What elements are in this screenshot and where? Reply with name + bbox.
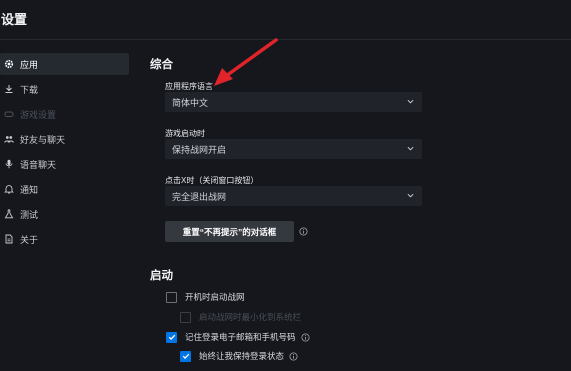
chevron-down-icon [407, 146, 414, 151]
sidebar-item-app[interactable]: 应用 [0, 53, 129, 75]
language-label: 应用程序语言 [165, 82, 213, 91]
download-icon [3, 83, 15, 95]
option-label: 记住登录电子邮箱和手机号码 [185, 332, 296, 342]
checkbox-checked[interactable] [180, 350, 191, 362]
game-launch-label: 游戏启动时 [165, 129, 205, 138]
language-select-value: 简体中文 [172, 97, 209, 108]
section-title-general: 综合 [150, 59, 173, 71]
sidebar-item-notifications[interactable]: 通知 [0, 178, 129, 200]
gamepad-icon [3, 108, 15, 120]
chevron-down-icon [407, 99, 414, 104]
close-action-select-value: 完全退出战网 [172, 191, 227, 202]
window-title: 设置 [1, 12, 28, 27]
sidebar-item-label: 测试 [20, 209, 39, 220]
sidebar-item-game-settings: 游戏设置 [0, 103, 129, 125]
option-label: 始终让我保持登录状态 [199, 351, 285, 361]
checkmark-icon [182, 353, 189, 360]
game-launch-select-value: 保持战网开启 [172, 144, 227, 155]
stay-logged-in-option[interactable]: 始终让我保持登录状态 [180, 350, 298, 362]
info-icon[interactable] [301, 332, 310, 342]
checkmark-icon [168, 334, 175, 341]
sidebar-item-label: 下载 [20, 84, 39, 95]
reset-dialogs-button[interactable]: 重置“不再提示”的对话框 [165, 221, 294, 242]
game-launch-select[interactable]: 保持战网开启 [165, 139, 422, 159]
sidebar-item-voice-chat[interactable]: 语音聊天 [0, 153, 129, 175]
minimize-to-tray-option: 启动战网时最小化到系统栏 [180, 311, 301, 323]
sidebar-item-download[interactable]: 下载 [0, 78, 129, 100]
close-action-label: 点击X时（关闭窗口按钮） [165, 176, 259, 185]
info-icon[interactable] [289, 351, 298, 361]
sidebar-item-label: 游戏设置 [20, 109, 57, 120]
sidebar-item-label: 关于 [20, 234, 39, 245]
settings-sidebar: 应用 下载 游戏设置 好友与聊天 语音聊天 通知 测试 关于 [0, 53, 130, 253]
option-label: 启动战网时最小化到系统栏 [199, 312, 302, 322]
gear-icon [3, 58, 15, 70]
sidebar-item-label: 语音聊天 [20, 159, 57, 170]
sidebar-item-label: 应用 [20, 59, 39, 70]
sidebar-item-test[interactable]: 测试 [0, 203, 129, 225]
checkbox-checked[interactable] [166, 331, 177, 343]
bell-icon [3, 183, 15, 195]
friends-icon [3, 133, 15, 145]
sidebar-item-label: 好友与聊天 [20, 134, 66, 145]
remember-login-option[interactable]: 记住登录电子邮箱和手机号码 [166, 331, 310, 343]
title-bar: 设置 [0, 0, 571, 40]
close-action-select[interactable]: 完全退出战网 [165, 186, 422, 206]
launch-on-boot-option[interactable]: 开机时启动战网 [166, 291, 245, 303]
document-icon [3, 233, 15, 245]
checkbox[interactable] [166, 291, 177, 303]
info-icon[interactable] [299, 227, 308, 236]
sidebar-item-about[interactable]: 关于 [0, 228, 129, 250]
option-label: 开机时启动战网 [185, 292, 245, 302]
section-title-startup: 启动 [150, 270, 173, 282]
sidebar-item-label: 通知 [20, 184, 39, 195]
sidebar-item-friends[interactable]: 好友与聊天 [0, 128, 129, 150]
flask-icon [3, 208, 15, 220]
checkbox [180, 311, 191, 323]
language-select[interactable]: 简体中文 [165, 92, 422, 112]
chevron-down-icon [407, 193, 414, 198]
microphone-icon [3, 158, 15, 170]
